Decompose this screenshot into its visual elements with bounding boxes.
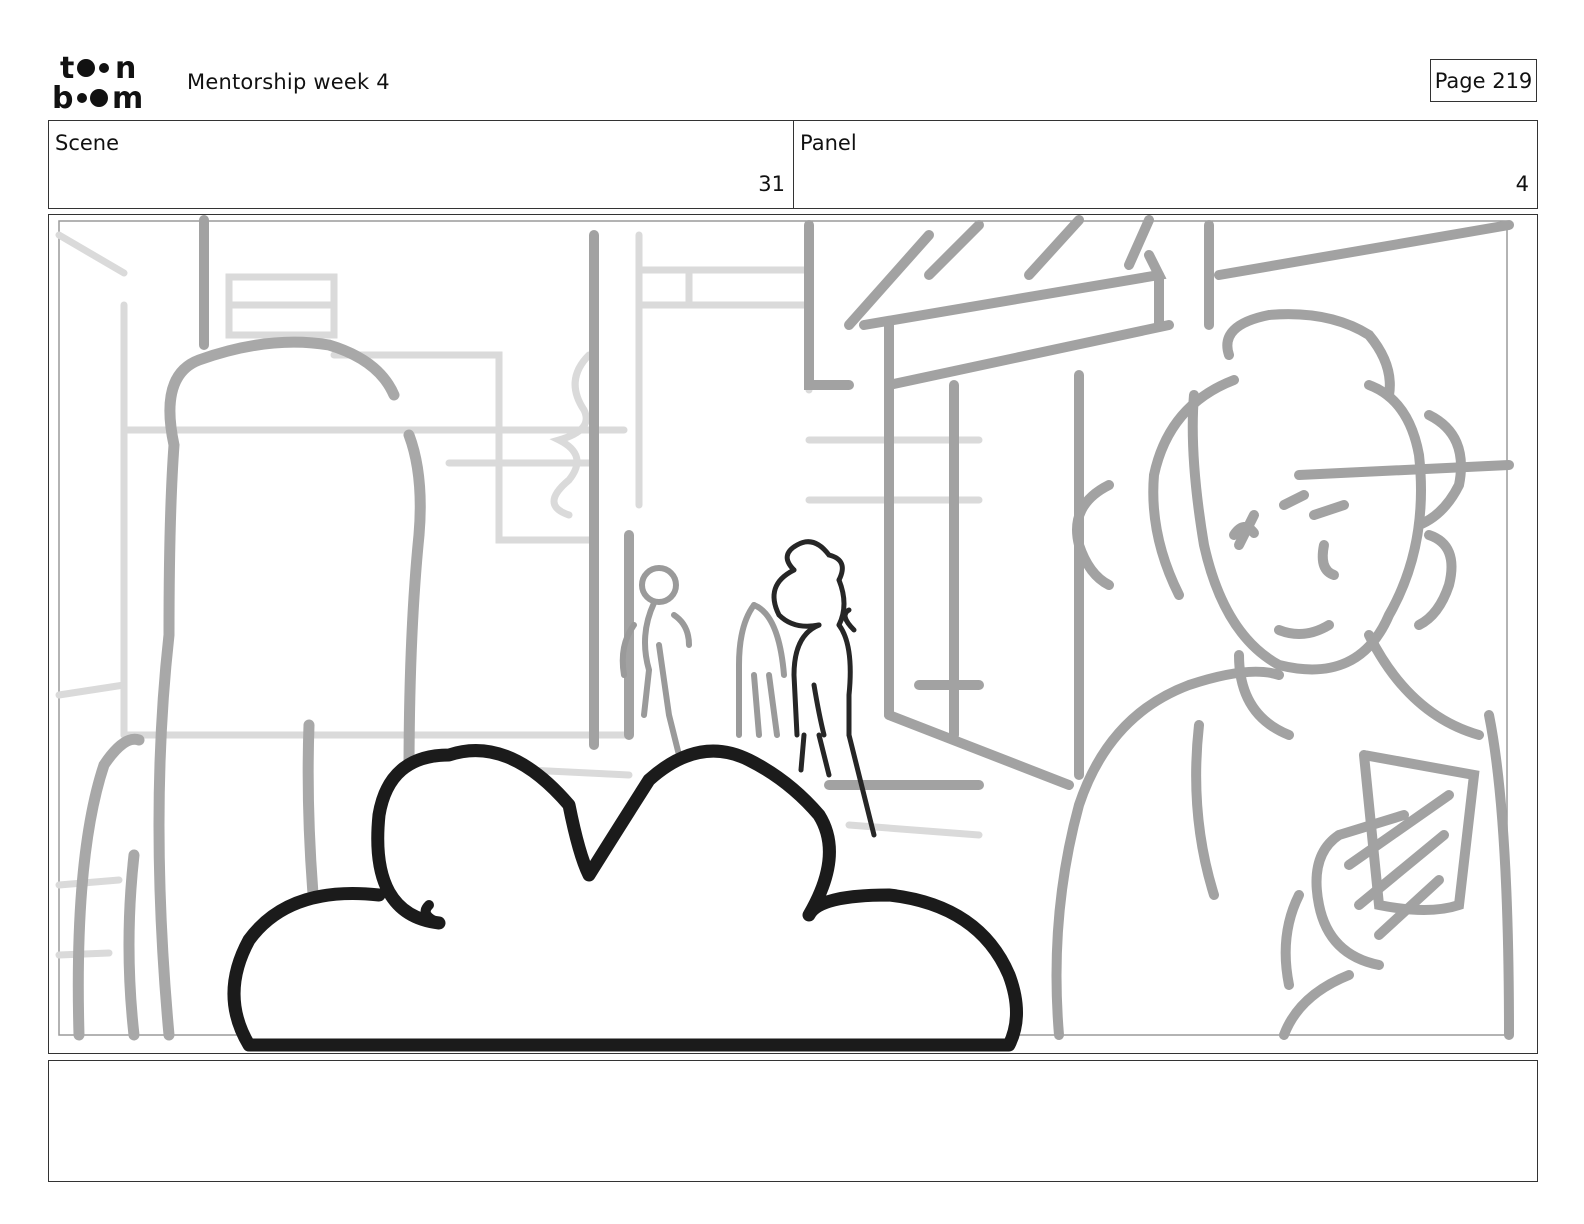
scene-panel-row: Scene 31 Panel 4 <box>48 120 1538 209</box>
page-number-label: Page 219 <box>1434 68 1533 93</box>
svg-text:b: b <box>52 81 73 110</box>
right-character <box>1051 309 1514 1040</box>
document-title: Mentorship week 4 <box>187 70 390 94</box>
toon-boom-logo: t n b m <box>52 51 164 116</box>
panel-value: 4 <box>1515 172 1529 196</box>
page-number: Page 219 <box>1430 59 1537 102</box>
panel-label: Panel <box>800 131 857 155</box>
storyboard-panel-frame <box>48 214 1538 1054</box>
scene-label: Scene <box>55 131 120 155</box>
background-walkers <box>619 565 787 758</box>
scene-value: 31 <box>758 172 785 196</box>
svg-text:m: m <box>112 81 143 110</box>
storyboard-sketch <box>55 215 1514 1052</box>
panel-cell: Panel 4 <box>794 121 1537 208</box>
notes-box[interactable] <box>48 1060 1538 1182</box>
scene-cell: Scene 31 <box>49 121 794 208</box>
foreground-bush-outline <box>227 744 1023 1052</box>
